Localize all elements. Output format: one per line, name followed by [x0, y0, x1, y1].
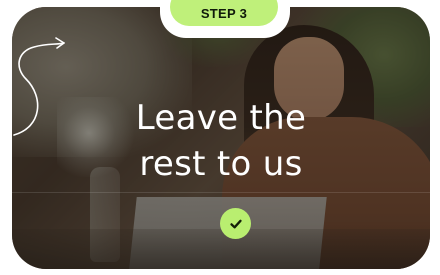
headline-line-1: Leave the	[135, 98, 307, 138]
horizon-line	[12, 192, 430, 193]
check-badge	[220, 208, 251, 239]
step-badge: STEP 3	[170, 0, 278, 26]
step-card: Leave the rest to us	[12, 7, 430, 269]
headline-line-2: rest to us	[139, 144, 303, 184]
step-label: STEP 3	[200, 5, 248, 21]
headline: Leave the rest to us	[12, 95, 430, 187]
check-icon	[229, 219, 242, 228]
